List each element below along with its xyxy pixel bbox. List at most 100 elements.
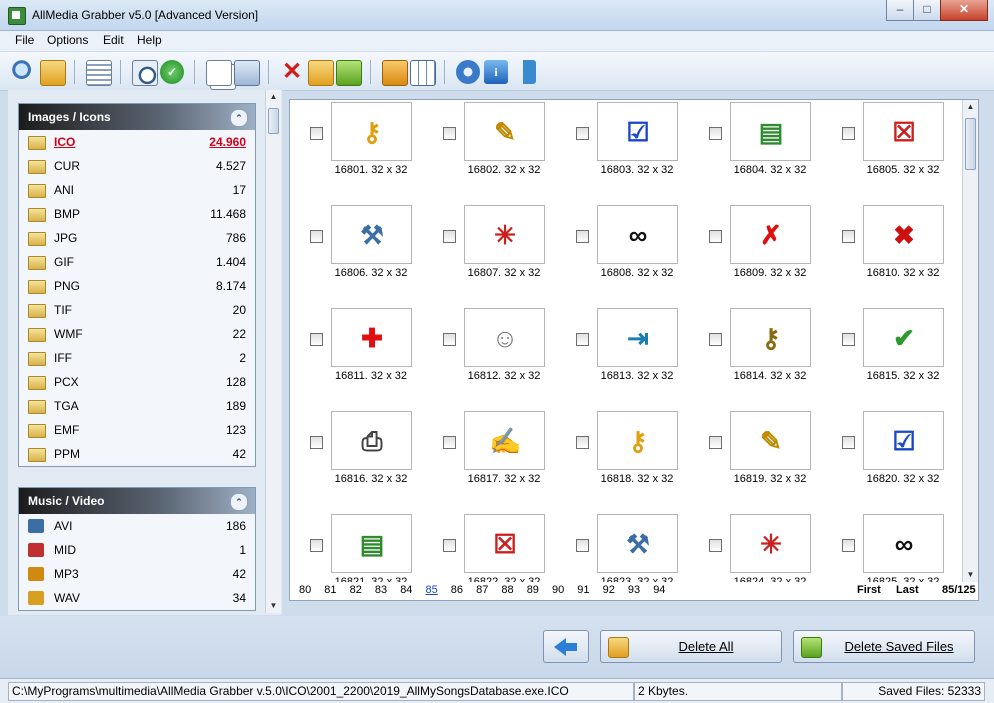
thumbnail-image[interactable]: ✖ xyxy=(863,205,944,264)
page-link[interactable]: 88 xyxy=(501,584,513,596)
maximize-button[interactable]: □ xyxy=(913,0,941,21)
thumbnail-checkbox[interactable] xyxy=(310,436,323,449)
thumbnail-checkbox[interactable] xyxy=(709,127,722,140)
thumbnail-image[interactable]: ✚ xyxy=(331,308,412,367)
first-page-link[interactable]: First xyxy=(857,584,881,596)
thumbnail-checkbox[interactable] xyxy=(443,436,456,449)
table-icon[interactable] xyxy=(410,60,436,86)
thumbnail-checkbox[interactable] xyxy=(842,230,855,243)
category-item-mid[interactable]: MID 1 xyxy=(19,538,255,562)
images-icons-header[interactable]: Images / Icons ⌃ xyxy=(19,104,255,130)
delete-saved-icon[interactable] xyxy=(336,60,362,86)
check-icon[interactable]: ✓ xyxy=(160,60,184,84)
thumbnail-checkbox[interactable] xyxy=(709,333,722,346)
thumbnail-checkbox[interactable] xyxy=(842,539,855,552)
menu-file[interactable]: File xyxy=(15,33,34,47)
thumbnail-image[interactable]: ☑ xyxy=(597,102,678,161)
close-button[interactable]: ✕ xyxy=(940,0,988,21)
thumbnail-checkbox[interactable] xyxy=(310,230,323,243)
page-link[interactable]: 87 xyxy=(476,584,488,596)
thumbnail-checkbox[interactable] xyxy=(576,333,589,346)
thumbnail-checkbox[interactable] xyxy=(842,127,855,140)
page-link[interactable]: 81 xyxy=(324,584,336,596)
category-item-cur[interactable]: CUR 4.527 xyxy=(19,154,255,178)
properties-icon[interactable] xyxy=(86,60,112,86)
thumbnail-checkbox[interactable] xyxy=(576,230,589,243)
thumbnail-checkbox[interactable] xyxy=(842,333,855,346)
thumbnail-checkbox[interactable] xyxy=(443,539,456,552)
category-item-tif[interactable]: TIF 20 xyxy=(19,298,255,322)
collapse-icon[interactable]: ⌃ xyxy=(230,109,248,127)
thumbnail-image[interactable]: ⎙ xyxy=(331,411,412,470)
delete-all-icon[interactable] xyxy=(308,60,334,86)
folder-open-icon[interactable] xyxy=(40,60,66,86)
thumbnail-image[interactable]: ✳ xyxy=(730,514,811,573)
thumbnail-image[interactable]: ⚷ xyxy=(597,411,678,470)
delete-icon[interactable]: ✕ xyxy=(280,60,304,84)
thumbnail-image[interactable]: ⚷ xyxy=(730,308,811,367)
menu-options[interactable]: Options xyxy=(47,33,88,47)
last-page-link[interactable]: Last xyxy=(896,584,919,596)
thumbnail-checkbox[interactable] xyxy=(310,539,323,552)
thumbnail-checkbox[interactable] xyxy=(842,436,855,449)
back-button[interactable] xyxy=(543,630,589,663)
minimize-button[interactable]: – xyxy=(886,0,914,21)
clipboard-icon[interactable] xyxy=(382,60,408,86)
delete-saved-files-button[interactable]: Delete Saved Files xyxy=(793,630,975,663)
music-video-header[interactable]: Music / Video ⌃ xyxy=(19,488,255,514)
thumbnail-image[interactable]: ☺ xyxy=(464,308,545,367)
scroll-down-icon[interactable]: ▼ xyxy=(963,568,978,582)
thumbnail-image[interactable]: ▤ xyxy=(331,514,412,573)
category-item-png[interactable]: PNG 8.174 xyxy=(19,274,255,298)
page-link[interactable]: 94 xyxy=(653,584,665,596)
thumbnail-image[interactable]: ☑ xyxy=(863,411,944,470)
category-item-gif[interactable]: GIF 1.404 xyxy=(19,250,255,274)
thumbnail-image[interactable]: ⇥ xyxy=(597,308,678,367)
page-link[interactable]: 90 xyxy=(552,584,564,596)
thumbnail-checkbox[interactable] xyxy=(576,127,589,140)
page-link[interactable]: 84 xyxy=(400,584,412,596)
category-item-emf[interactable]: EMF 123 xyxy=(19,418,255,442)
thumbnail-checkbox[interactable] xyxy=(310,333,323,346)
thumbnail-image[interactable]: ✍ xyxy=(464,411,545,470)
category-item-pcx[interactable]: PCX 128 xyxy=(19,370,255,394)
thumbnail-checkbox[interactable] xyxy=(576,539,589,552)
thumbnail-image[interactable]: ✗ xyxy=(730,205,811,264)
thumbnail-checkbox[interactable] xyxy=(310,127,323,140)
menu-edit[interactable]: Edit xyxy=(103,33,124,47)
page-link[interactable]: 89 xyxy=(527,584,539,596)
page-link[interactable]: 82 xyxy=(350,584,362,596)
thumbnail-image[interactable]: ▤ xyxy=(730,102,811,161)
thumbnail-image[interactable]: ⚒ xyxy=(331,205,412,264)
page-link[interactable]: 91 xyxy=(577,584,589,596)
category-item-tga[interactable]: TGA 189 xyxy=(19,394,255,418)
thumbnail-checkbox[interactable] xyxy=(443,230,456,243)
category-item-mp3[interactable]: MP3 42 xyxy=(19,562,255,586)
category-item-wav[interactable]: WAV 34 xyxy=(19,586,255,610)
page-link[interactable]: 83 xyxy=(375,584,387,596)
search-icon[interactable] xyxy=(12,60,36,84)
scroll-up-icon[interactable]: ▲ xyxy=(963,100,978,114)
thumbnail-image[interactable]: ⚒ xyxy=(597,514,678,573)
page-link[interactable]: 93 xyxy=(628,584,640,596)
page-link[interactable]: 80 xyxy=(299,584,311,596)
thumbnail-scrollbar[interactable]: ▲ ▼ xyxy=(962,100,978,582)
copy-icon[interactable] xyxy=(206,60,232,86)
thumbnail-checkbox[interactable] xyxy=(709,539,722,552)
category-item-ppm[interactable]: PPM 42 xyxy=(19,442,255,466)
category-item-avi[interactable]: AVI 186 xyxy=(19,514,255,538)
scroll-down-icon[interactable]: ▼ xyxy=(266,599,281,613)
thumbnail-checkbox[interactable] xyxy=(443,333,456,346)
exit-icon[interactable] xyxy=(512,60,536,84)
thumbnail-image[interactable]: ✎ xyxy=(464,102,545,161)
thumbnail-image[interactable]: ∞ xyxy=(863,514,944,573)
delete-all-button[interactable]: Delete All xyxy=(600,630,782,663)
thumbnail-image[interactable]: ✔ xyxy=(863,308,944,367)
category-item-jpg[interactable]: JPG 786 xyxy=(19,226,255,250)
preview-icon[interactable] xyxy=(132,60,158,86)
page-link[interactable]: 86 xyxy=(451,584,463,596)
page-link[interactable]: 92 xyxy=(603,584,615,596)
thumbnail-image[interactable]: ☒ xyxy=(464,514,545,573)
thumbnail-checkbox[interactable] xyxy=(709,436,722,449)
info-icon[interactable]: i xyxy=(484,60,508,84)
